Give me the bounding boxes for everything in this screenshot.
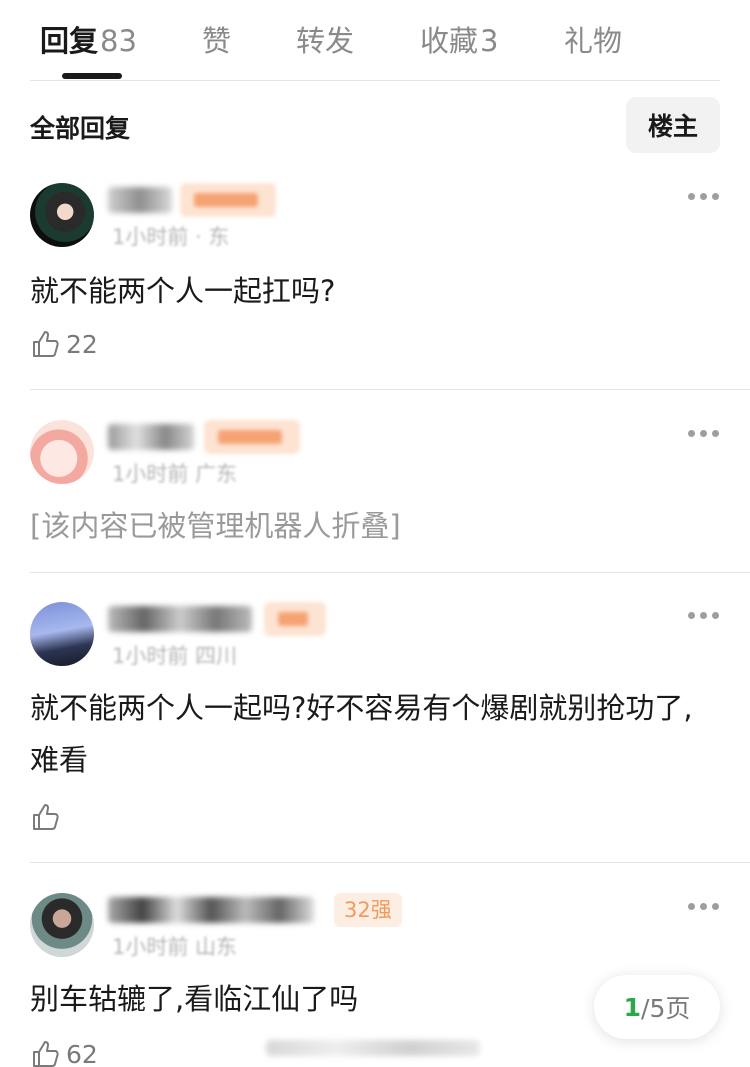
tab-favorites-count: 3 [480,24,499,58]
comment-divider [30,389,750,390]
like-button[interactable] [30,800,66,834]
section-title: 全部回复 [30,114,131,143]
tab-replies-count: 83 [100,24,137,58]
comment-divider [30,572,750,573]
comment-text: 就不能两个人一起扛吗? [30,274,336,308]
thumbs-up-icon [33,804,59,830]
comment-meta: 1小时前 山东 [112,935,238,959]
thumbs-up-icon [33,1041,59,1067]
avatar[interactable] [30,420,94,484]
like-button[interactable]: 22 [30,327,98,361]
current-page: 1 [623,992,642,1022]
like-count: 22 [66,329,98,359]
comment-text-folded[interactable]: [该内容已被管理机器人折叠] [30,500,720,552]
tab-replies[interactable]: 回复83 [40,18,137,60]
comment-divider [30,862,750,863]
rank-badge: 32强 [334,893,402,927]
like-count: 62 [66,1039,98,1067]
username-obscured[interactable] [108,424,194,450]
avatar[interactable] [30,602,94,666]
username-obscured[interactable] [108,187,172,213]
username-obscured[interactable] [108,606,252,632]
tab-likes[interactable]: 赞 [202,18,231,60]
tabs-divider [30,80,720,81]
tab-gifts[interactable]: 礼物 [564,18,622,60]
username-obscured[interactable] [108,897,314,923]
active-tab-indicator [62,73,122,79]
tab-reposts-label: 转发 [296,24,355,58]
total-pages: /5页 [641,994,691,1023]
avatar[interactable] [30,893,94,957]
user-badge-obscured [180,183,276,217]
tab-favorites-label: 收藏 [420,24,479,58]
user-badge-obscured [204,420,300,454]
like-button[interactable]: 62 [30,1037,98,1067]
user-badge-obscured [264,602,326,636]
comment-meta: 1小时前 广东 [112,462,238,486]
obscured-content [266,1040,480,1056]
page-indicator-button[interactable]: 1/5页 [594,975,720,1039]
more-options-icon[interactable] [688,612,720,620]
tab-favorites[interactable]: 收藏3 [420,18,498,60]
more-options-icon[interactable] [688,430,720,438]
comment-text: 就不能两个人一起吗?好不容易有个爆剧就别抢功了,难看 [30,691,693,777]
comment-meta: 1小时前 四川 [112,644,238,668]
tab-reposts[interactable]: 转发 [296,18,354,60]
tab-likes-label: 赞 [202,24,232,58]
tab-replies-label: 回复 [40,24,99,58]
thumbs-up-icon [33,331,59,357]
avatar[interactable] [30,183,94,247]
tab-gifts-label: 礼物 [564,24,623,58]
op-only-filter-button[interactable]: 楼主 [626,97,720,153]
reply-tabs: 回复83 赞 转发 收藏3 礼物 [0,0,750,81]
more-options-icon[interactable] [688,903,720,911]
comment-meta: 1小时前 · 东 [112,225,230,249]
more-options-icon[interactable] [688,193,720,201]
